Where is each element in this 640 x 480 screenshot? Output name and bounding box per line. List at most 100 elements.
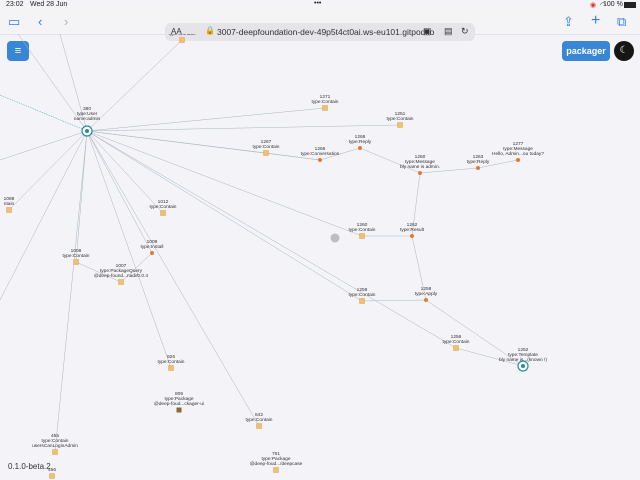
node-label: type:Contain: [246, 417, 273, 423]
node-marker-icon: [73, 259, 79, 265]
edge-n1259-n1258: [361, 299, 427, 302]
node-marker-icon: [118, 279, 124, 285]
edge-user-n1251: [86, 124, 401, 132]
battery-text: 100 %: [603, 1, 623, 8]
node-marker-icon: [273, 467, 279, 473]
graph-node-n455[interactable]: 455type:ContainusersCanLoginAdmin: [32, 433, 78, 455]
graph-node-n1266[interactable]: 1266type:Conversation: [301, 146, 340, 162]
node-marker-icon: [256, 423, 262, 429]
node-label: usersCanLoginAdmin: [32, 443, 78, 449]
status-bar: 23:02 Wed 28 Jun ••• ◉ ◠ 100 %: [0, 0, 640, 10]
node-label: type:Reply: [467, 159, 490, 165]
graph-node-n1012[interactable]: 1012type:Contain: [150, 199, 177, 216]
graph-node-user[interactable]: 380type:Username:admin: [74, 106, 101, 137]
tabs-icon[interactable]: ⧉: [617, 14, 626, 30]
graph-node-n1263[interactable]: 1263type:Reply: [467, 154, 490, 170]
node-marker-icon: [410, 234, 414, 238]
node-label: bly name is...(known !): [499, 357, 547, 363]
node-marker-icon: [168, 365, 174, 371]
node-label: name:admin: [74, 116, 101, 122]
node-marker-icon: [263, 150, 269, 156]
share-icon[interactable]: ⇪: [563, 14, 574, 30]
cursor-indicator-icon: [330, 233, 340, 243]
node-marker-icon: [6, 207, 12, 213]
graph-node-n1258[interactable]: 1258type:Apply: [415, 286, 438, 302]
edge-user-n1009: [86, 130, 153, 254]
node-label: Hello, Admin...ou today?: [492, 151, 544, 157]
node-label: type:Contain: [443, 339, 470, 345]
record-icon: ◉: [590, 2, 597, 9]
node-core-icon: [85, 129, 89, 133]
forward-icon[interactable]: ›: [64, 14, 68, 30]
node-label: bly name is admin.: [400, 164, 440, 170]
edge-user-n1012: [86, 130, 164, 214]
node-marker-icon: [397, 122, 403, 128]
edge-user-n1256: [86, 130, 457, 349]
back-icon[interactable]: ‹: [38, 14, 42, 30]
graph-node-n1277[interactable]: 1277type:MessageHello, Admin...ou today?: [492, 141, 544, 162]
status-time: 23:02: [6, 1, 24, 8]
node-label: @deep-foud.../deepcase: [250, 461, 303, 467]
node-marker-icon: [358, 146, 362, 150]
graph-node-n1268[interactable]: 1268type:Reply: [349, 134, 372, 150]
node-marker-icon: [516, 158, 520, 162]
node-marker-icon: [322, 105, 328, 111]
sidebar-icon[interactable]: ▭: [8, 14, 20, 30]
node-label: @deep-found...nadi/0.0.4: [94, 273, 149, 279]
node-label: type:Contain: [63, 253, 90, 259]
node-label: type:Apply: [415, 291, 438, 297]
new-tab-icon[interactable]: +: [591, 13, 600, 29]
edge-offscreen: [0, 130, 88, 301]
node-core-icon: [521, 364, 525, 368]
node-label: type:Contain: [158, 359, 185, 365]
browser-toolbar: ▭ ‹ › AA 🔒 3007-deepfoundation-dev-49p5t…: [0, 10, 640, 41]
node-marker-icon: [179, 37, 185, 43]
edge-user-n455: [54, 130, 88, 453]
graph-node-n809[interactable]: 809type:Package@deep-foud...ckager-ui: [154, 391, 204, 413]
node-marker-icon: [476, 166, 480, 170]
node-label: type:Contain: [169, 34, 196, 37]
node-marker-icon: [453, 345, 459, 351]
edge-user-n1271: [86, 107, 326, 132]
node-label: ntain: [4, 201, 15, 207]
edge-offscreen: [0, 130, 88, 161]
node-marker-icon: [424, 298, 428, 302]
node-label: type:Contain: [253, 144, 280, 150]
graph-node-n1267[interactable]: 1267type:Contain: [253, 139, 280, 156]
node-marker-icon: [52, 449, 58, 455]
graph-node-n842[interactable]: 842type:Contain: [246, 412, 273, 429]
node-marker-icon: [318, 158, 322, 162]
battery-icon: [624, 2, 636, 8]
node-label: type:Install: [141, 244, 164, 250]
node-marker-icon: [150, 251, 154, 255]
node-marker-icon: [359, 298, 365, 304]
node-label: type:Conversation: [301, 151, 340, 157]
node-label: type:Contain: [150, 204, 177, 210]
edge-user-n1088: [8, 130, 88, 211]
graph-node-n1256[interactable]: 1256type:Contain: [443, 334, 470, 351]
graph-node-topcontain[interactable]: type:Contain: [169, 34, 196, 43]
node-marker-icon: [176, 407, 182, 413]
graph-node-n1088[interactable]: 1088ntain: [4, 196, 15, 213]
node-label: type:Contain: [312, 99, 339, 105]
node-label: type:Reply: [349, 139, 372, 145]
graph-node-n1009[interactable]: 1009type:Install: [141, 239, 164, 255]
graph-node-n926[interactable]: 926type:Contain: [158, 354, 185, 371]
graph-node-n761[interactable]: 761type:Package@deep-foud.../deepcase: [250, 451, 303, 473]
node-marker-icon: [49, 473, 55, 479]
node-label: type:Contain: [387, 116, 414, 122]
node-label: type:Contain: [349, 227, 376, 233]
version-label: 0.1.0-beta.2: [8, 462, 51, 471]
node-marker-icon: [359, 233, 365, 239]
graph-node-n1252[interactable]: 1252type:Templatebly name is...(known !): [499, 347, 547, 372]
node-marker-icon: [418, 171, 422, 175]
node-label: type:Contain: [349, 292, 376, 298]
graph-canvas[interactable]: 380type:Username:admintype:Contain1271ty…: [0, 34, 640, 480]
node-label: type:Result: [400, 227, 425, 233]
node-label: @deep-foud...ckager-ui: [154, 401, 204, 407]
graph-node-n1271[interactable]: 1271type:Contain: [312, 94, 339, 111]
graph-node-n1262r[interactable]: 1262type:Result: [400, 222, 425, 238]
multitask-dots[interactable]: •••: [314, 0, 321, 7]
edge-user-topcontain: [86, 39, 183, 132]
graph-node-n1008[interactable]: 1008type:Contain: [63, 248, 90, 265]
